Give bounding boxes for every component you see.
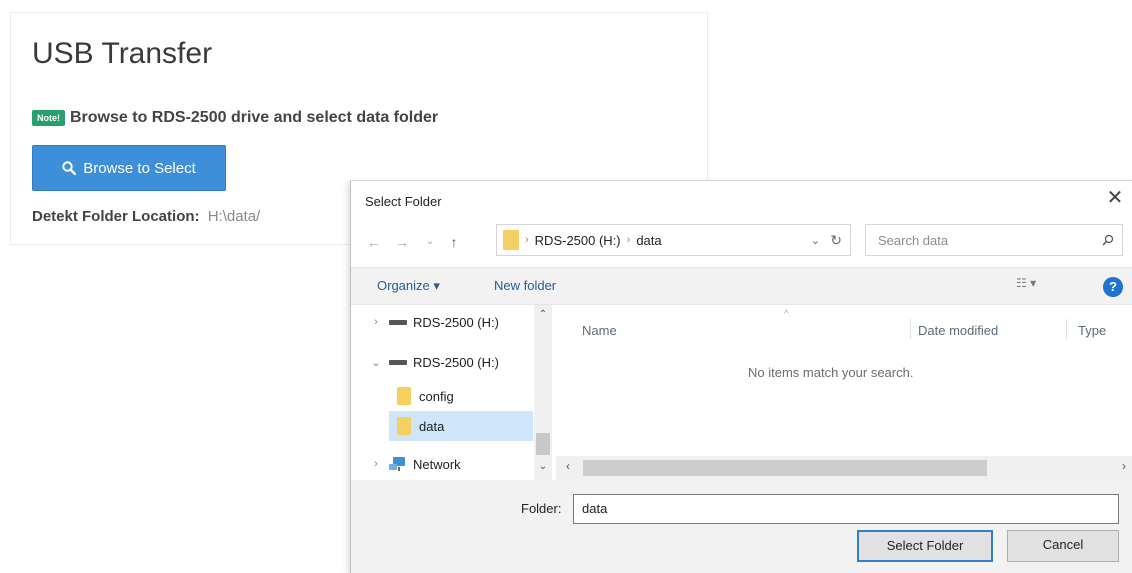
back-arrow-icon[interactable]: ← bbox=[365, 233, 383, 251]
help-icon[interactable]: ? bbox=[1103, 277, 1123, 297]
empty-message: No items match your search. bbox=[748, 365, 914, 380]
page-title: USB Transfer bbox=[32, 37, 213, 70]
browse-to-select-button[interactable]: Browse to Select bbox=[32, 145, 226, 191]
breadcrumb-drive[interactable]: RDS-2500 (H:) bbox=[535, 233, 621, 248]
column-header-date-modified[interactable]: Date modified bbox=[918, 323, 998, 338]
tree-item-label: RDS-2500 (H:) bbox=[413, 314, 499, 330]
folder-location-value: H:\data/ bbox=[207, 208, 261, 225]
tree-item-config[interactable]: config bbox=[397, 383, 454, 409]
column-header-name[interactable]: Name bbox=[582, 323, 617, 338]
scrollbar-thumb[interactable] bbox=[583, 460, 987, 476]
collapse-chevron-icon[interactable]: ⌄ bbox=[369, 356, 383, 369]
select-folder-dialog: Select Folder ✕ ← → ⌄ ↑ › RDS-2500 (H:) … bbox=[350, 180, 1132, 573]
dialog-footer: Folder: data Select Folder Cancel bbox=[351, 480, 1132, 573]
navigation-scrollbar[interactable]: ⌃ ⌄ bbox=[534, 305, 552, 480]
note-row: Note! Browse to RDS-2500 drive and selec… bbox=[32, 109, 438, 127]
scroll-left-icon[interactable]: ‹ bbox=[566, 459, 570, 473]
folder-location-label: Detekt Folder Location: bbox=[32, 208, 200, 225]
folder-location: Detekt Folder Location: H:\data/ bbox=[32, 208, 260, 225]
tree-item-network[interactable]: › Network bbox=[369, 451, 461, 477]
file-list-horizontal-scrollbar[interactable]: ‹ › bbox=[556, 456, 1132, 480]
tree-item-label: RDS-2500 (H:) bbox=[413, 354, 499, 370]
scroll-down-icon[interactable]: ⌄ bbox=[534, 461, 552, 472]
close-icon[interactable]: ✕ bbox=[1104, 187, 1126, 209]
search-input[interactable]: Search data bbox=[865, 224, 1123, 256]
breadcrumb-separator: › bbox=[626, 234, 631, 246]
network-icon bbox=[389, 457, 405, 471]
sort-caret-icon: ^ bbox=[784, 309, 789, 320]
search-icon bbox=[1102, 234, 1114, 246]
search-icon bbox=[62, 161, 77, 175]
drive-icon bbox=[389, 359, 407, 365]
breadcrumb-data[interactable]: data bbox=[636, 233, 661, 248]
up-arrow-icon[interactable]: ↑ bbox=[445, 233, 463, 251]
column-divider[interactable] bbox=[910, 319, 911, 339]
folder-icon bbox=[503, 230, 519, 250]
recent-locations-chevron-icon[interactable]: ⌄ bbox=[421, 233, 439, 251]
address-dropdown-icon[interactable]: ⌄ bbox=[811, 234, 820, 247]
expand-chevron-icon[interactable]: › bbox=[369, 458, 383, 470]
folder-icon bbox=[397, 417, 411, 435]
note-badge: Note! bbox=[32, 110, 65, 126]
note-text: Browse to RDS-2500 drive and select data… bbox=[70, 109, 439, 126]
file-list: ^ Name Date modified Type No items match… bbox=[556, 305, 1132, 455]
command-bar: Organize ▾ New folder ☷ ▾ ? bbox=[351, 267, 1132, 305]
expand-chevron-icon[interactable]: › bbox=[369, 316, 383, 328]
tree-item-label: Network bbox=[413, 456, 461, 472]
tree-item-drive-collapsed[interactable]: › RDS-2500 (H:) bbox=[369, 309, 499, 335]
refresh-icon[interactable]: ↻ bbox=[830, 232, 842, 249]
breadcrumb-separator: › bbox=[525, 234, 529, 246]
address-bar[interactable]: › RDS-2500 (H:) › data ⌄ ↻ bbox=[496, 224, 851, 256]
scrollbar-thumb[interactable] bbox=[536, 433, 550, 455]
forward-arrow-icon[interactable]: → bbox=[393, 233, 411, 251]
scroll-up-icon[interactable]: ⌃ bbox=[534, 309, 552, 320]
column-divider[interactable] bbox=[1066, 319, 1067, 339]
tree-item-drive-expanded[interactable]: ⌄ RDS-2500 (H:) bbox=[369, 349, 499, 375]
organize-menu[interactable]: Organize ▾ bbox=[377, 278, 440, 294]
dialog-title: Select Folder bbox=[365, 194, 442, 209]
tree-item-data[interactable]: data bbox=[397, 413, 444, 439]
search-placeholder: Search data bbox=[878, 232, 949, 248]
cancel-button[interactable]: Cancel bbox=[1007, 530, 1119, 562]
folder-icon bbox=[397, 387, 411, 405]
column-header-type[interactable]: Type bbox=[1078, 323, 1106, 338]
drive-icon bbox=[389, 319, 407, 325]
navigation-pane: › RDS-2500 (H:) ⌄ RDS-2500 (H:) config d… bbox=[351, 305, 553, 480]
new-folder-button[interactable]: New folder bbox=[494, 278, 556, 293]
tree-item-label: data bbox=[419, 418, 445, 434]
select-folder-button[interactable]: Select Folder bbox=[857, 530, 993, 562]
folder-label: Folder: bbox=[521, 501, 562, 516]
tree-item-label: config bbox=[419, 388, 454, 404]
folder-name-input[interactable]: data bbox=[573, 494, 1119, 524]
scroll-right-icon[interactable]: › bbox=[1122, 459, 1126, 473]
change-view-icon[interactable]: ☷ ▾ bbox=[1016, 276, 1056, 298]
browse-button-label: Browse to Select bbox=[83, 159, 196, 177]
